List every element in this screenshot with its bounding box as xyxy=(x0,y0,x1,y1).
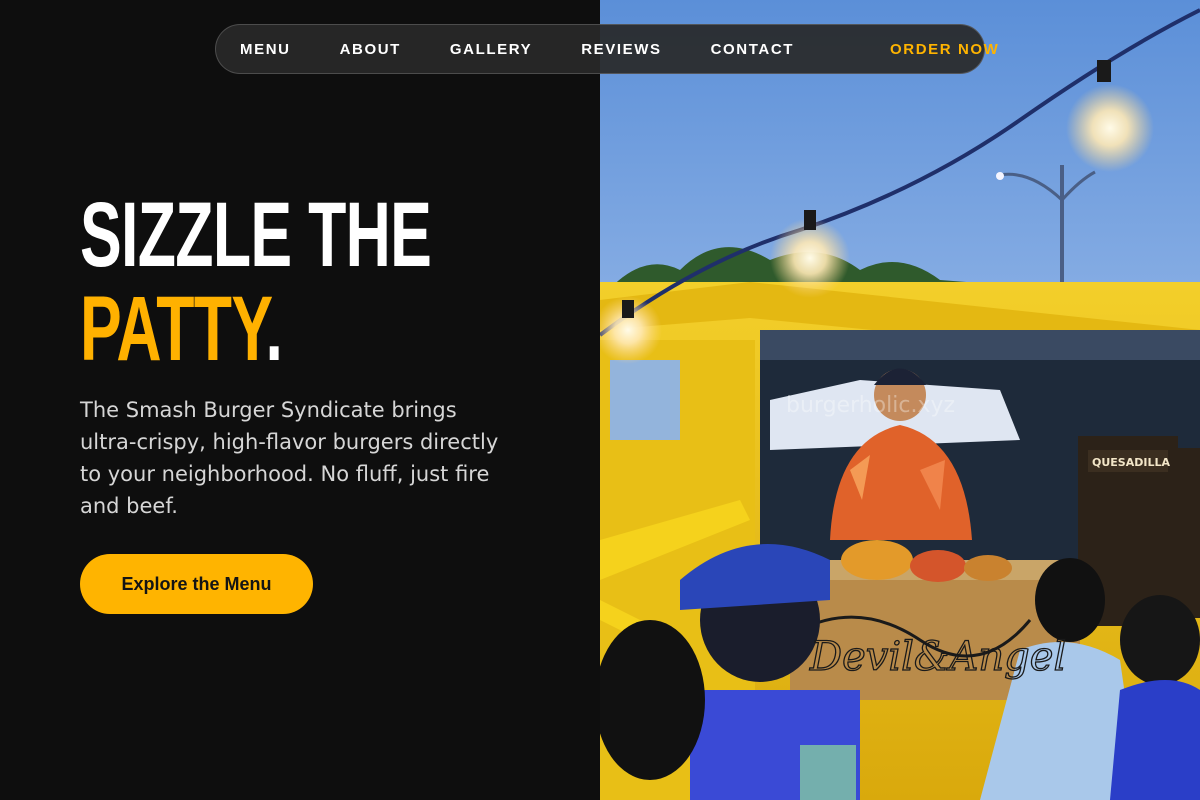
order-now-link[interactable]: ORDER NOW xyxy=(890,41,999,58)
nav-link-gallery[interactable]: GALLERY xyxy=(450,41,532,58)
menu-board-title: QUESADILLA xyxy=(1092,456,1170,469)
hero-left-panel: SIZZLE THE PATTY. The Smash Burger Syndi… xyxy=(0,0,600,800)
headline-accent: PATTY xyxy=(80,278,266,380)
nav-link-menu[interactable]: MENU xyxy=(240,41,291,58)
truck-sign-text: Devil&Angel xyxy=(809,634,1066,680)
hero-headline: SIZZLE THE PATTY. xyxy=(80,188,432,376)
nav-link-about[interactable]: ABOUT xyxy=(340,41,401,58)
headline-period: . xyxy=(265,278,283,380)
photo-watermark: burgerholic.xyz xyxy=(786,393,955,418)
headline-line-1: SIZZLE THE xyxy=(80,184,432,286)
top-navigation: MENU ABOUT GALLERY REVIEWS CONTACT ORDER… xyxy=(215,24,998,74)
hero-description: The Smash Burger Syndicate brings ultra-… xyxy=(80,398,499,518)
explore-menu-button[interactable]: Explore the Menu xyxy=(80,554,313,614)
food-truck-photo: burgerholic.xyz Devil&Angel QUESADILLA xyxy=(600,0,1200,800)
nav-link-contact[interactable]: CONTACT xyxy=(711,41,794,58)
nav-link-reviews[interactable]: REVIEWS xyxy=(581,41,661,58)
